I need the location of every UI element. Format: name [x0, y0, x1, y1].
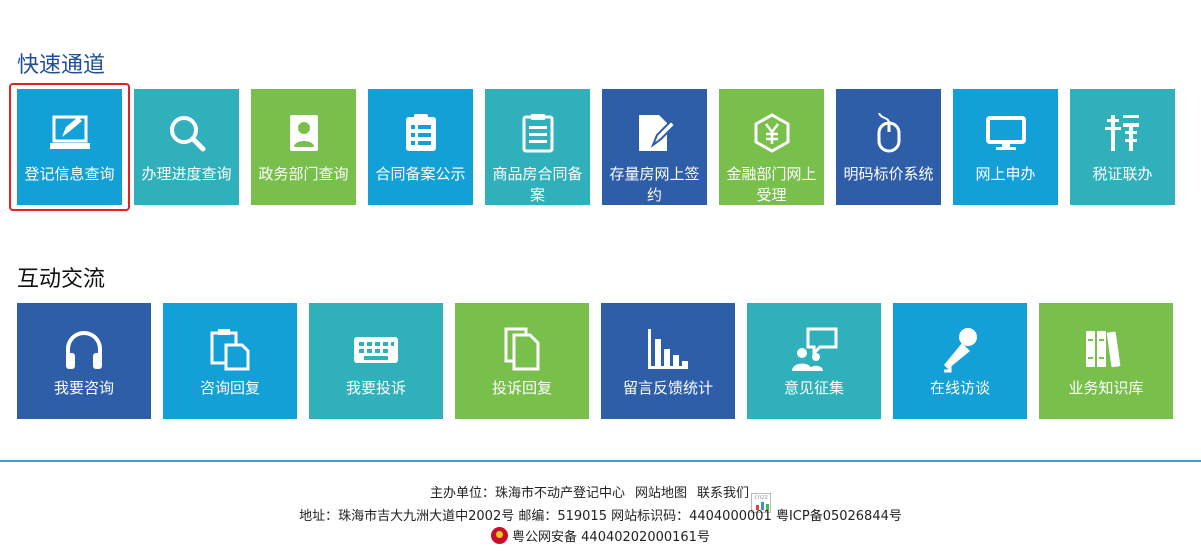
mouse-icon [877, 113, 900, 153]
sign-document-icon [638, 115, 675, 151]
list-document-icon [405, 114, 436, 151]
tile-consult-reply[interactable]: 咨询回复 [163, 303, 297, 419]
tile-label: 业务知识库 [1068, 379, 1144, 397]
tile-label: 我要投诉 [345, 379, 406, 397]
tile-label: 明码标价系统 [843, 165, 934, 183]
tile-label: 网上申办 [975, 165, 1036, 183]
books-icon [1086, 331, 1121, 368]
tile-gov-department-query[interactable]: 政务部门查询 [251, 89, 356, 205]
id-card-icon [289, 115, 318, 151]
tile-label: 在线访谈 [929, 379, 990, 397]
yuan-hexagon-icon [754, 113, 789, 153]
people-chat-icon [792, 327, 838, 371]
clipboard-icon [522, 114, 553, 153]
bar-chart-icon [648, 329, 688, 369]
tile-feedback-statistics[interactable]: 留言反馈统计 [601, 303, 735, 419]
tile-progress-query[interactable]: 办理进度查询 [134, 89, 239, 205]
tile-online-application[interactable]: 网上申办 [953, 89, 1058, 205]
tile-label: 金融部门网上受理 [726, 165, 817, 204]
tile-label: 投诉回复 [491, 379, 552, 397]
tax-character-icon [1104, 115, 1139, 151]
headphones-icon [66, 331, 102, 369]
tile-label: 意见征集 [783, 379, 844, 397]
copy-clipboard-icon [210, 329, 250, 371]
tile-consult[interactable]: 我要咨询 [17, 303, 151, 419]
tile-contract-filing-notice[interactable]: 合同备案公示 [368, 89, 473, 205]
tile-commercial-housing-contract[interactable]: 商品房合同备案 [485, 89, 590, 205]
search-icon [169, 116, 205, 152]
documents-icon [504, 327, 540, 371]
section-title-quick: 快速通道 [17, 53, 106, 78]
tile-label: 商品房合同备案 [492, 165, 583, 204]
host-organization: 珠海市不动产登记中心 [494, 486, 625, 501]
tile-label: 政务部门查询 [258, 165, 349, 183]
monitor-icon [985, 116, 1026, 150]
tile-online-interview[interactable]: 在线访谈 [893, 303, 1027, 419]
microphone-icon [944, 328, 977, 373]
tile-price-tag-system[interactable]: 明码标价系统 [836, 89, 941, 205]
police-badge-icon [491, 527, 509, 544]
tile-finance-dept-online-accept[interactable]: 金融部门网上受理 [719, 89, 824, 205]
tile-knowledge-base[interactable]: 业务知识库 [1039, 303, 1173, 419]
tile-opinion-collection[interactable]: 意见征集 [747, 303, 881, 419]
section-title-interact: 互动交流 [17, 267, 106, 292]
sitemap-link[interactable]: 网站地图 [635, 486, 687, 501]
tile-complaint-reply[interactable]: 投诉回复 [455, 303, 589, 419]
keyboard-icon [354, 337, 398, 363]
police-record-text: 粤公网安备 44040202000161号 [512, 530, 710, 545]
tile-complaint[interactable]: 我要投诉 [309, 303, 443, 419]
tile-tax-certificate-joint[interactable]: 税证联办 [1070, 89, 1175, 205]
tile-label: 税证联办 [1092, 165, 1153, 183]
tile-label: 合同备案公示 [375, 165, 466, 183]
tile-label: 我要咨询 [53, 379, 114, 397]
tile-existing-housing-online-sign[interactable]: 存量房网上签约 [602, 89, 707, 205]
tile-label: 存量房网上签约 [609, 165, 700, 204]
footer-address: 地址：珠海市吉大九洲大道中2002号 邮编：519015 网站标识码：44040… [299, 509, 902, 524]
selection-highlight-frame [9, 83, 130, 211]
footer-police-record[interactable]: 粤公网安备 44040202000161号 [0, 526, 1201, 545]
host-prefix: 主办单位： [429, 486, 495, 501]
footer-divider [0, 460, 1201, 462]
tile-label: 办理进度查询 [141, 165, 232, 183]
tile-label: 留言反馈统计 [622, 379, 713, 397]
contact-link[interactable]: 联系我们 [697, 486, 749, 501]
tile-label: 咨询回复 [199, 379, 260, 397]
